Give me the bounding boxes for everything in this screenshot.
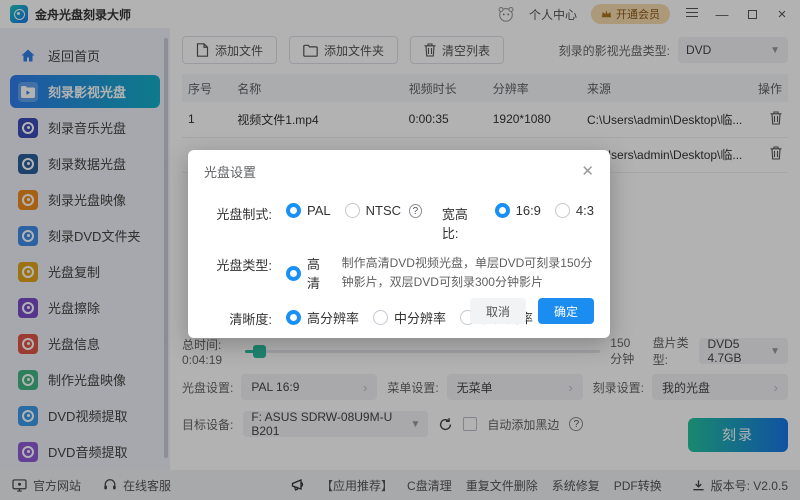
modal-title: 光盘设置 — [204, 162, 256, 181]
radio-icon — [373, 310, 388, 325]
format-row: 光盘制式: PAL NTSC ? 宽高比: 16:9 4:3 — [204, 203, 594, 242]
radio-4-3[interactable]: 4:3 — [555, 203, 594, 218]
modal-close-icon[interactable]: ✕ — [581, 164, 594, 179]
confirm-button[interactable]: 确定 — [538, 298, 594, 324]
app-window: 金舟光盘刻录大师 个人中心 开通会员 — × 返回首页 — [0, 0, 800, 500]
radio-16-9[interactable]: 16:9 — [495, 203, 541, 218]
disc-kind-label: 光盘类型: — [204, 254, 272, 274]
clarity-label: 清晰度: — [204, 308, 272, 328]
aspect-label: 宽高比: — [442, 203, 481, 242]
radio-selected-icon — [495, 203, 510, 218]
disc-kind-row: 光盘类型: 高清 制作高清DVD视频光盘，单层DVD可刻录150分钟影片，双层D… — [204, 254, 594, 292]
disc-kind-description: 制作高清DVD视频光盘，单层DVD可刻录150分钟影片，双层DVD可刻录300分… — [342, 254, 594, 292]
radio-icon — [345, 203, 360, 218]
format-label: 光盘制式: — [204, 203, 272, 223]
format-help-icon[interactable]: ? — [409, 204, 422, 218]
radio-icon — [555, 203, 570, 218]
cancel-button[interactable]: 取消 — [470, 298, 526, 324]
radio-high-res[interactable]: 高分辨率 — [286, 308, 359, 327]
radio-selected-icon — [286, 203, 301, 218]
radio-mid-res[interactable]: 中分辨率 — [373, 308, 446, 327]
radio-hd[interactable]: 高清 — [286, 254, 330, 292]
disc-settings-modal: 光盘设置 ✕ 光盘制式: PAL NTSC ? 宽高比: 16:9 — [188, 150, 610, 338]
radio-selected-icon — [286, 266, 301, 281]
radio-pal[interactable]: PAL — [286, 203, 331, 218]
radio-ntsc[interactable]: NTSC — [345, 203, 401, 218]
radio-selected-icon — [286, 310, 301, 325]
